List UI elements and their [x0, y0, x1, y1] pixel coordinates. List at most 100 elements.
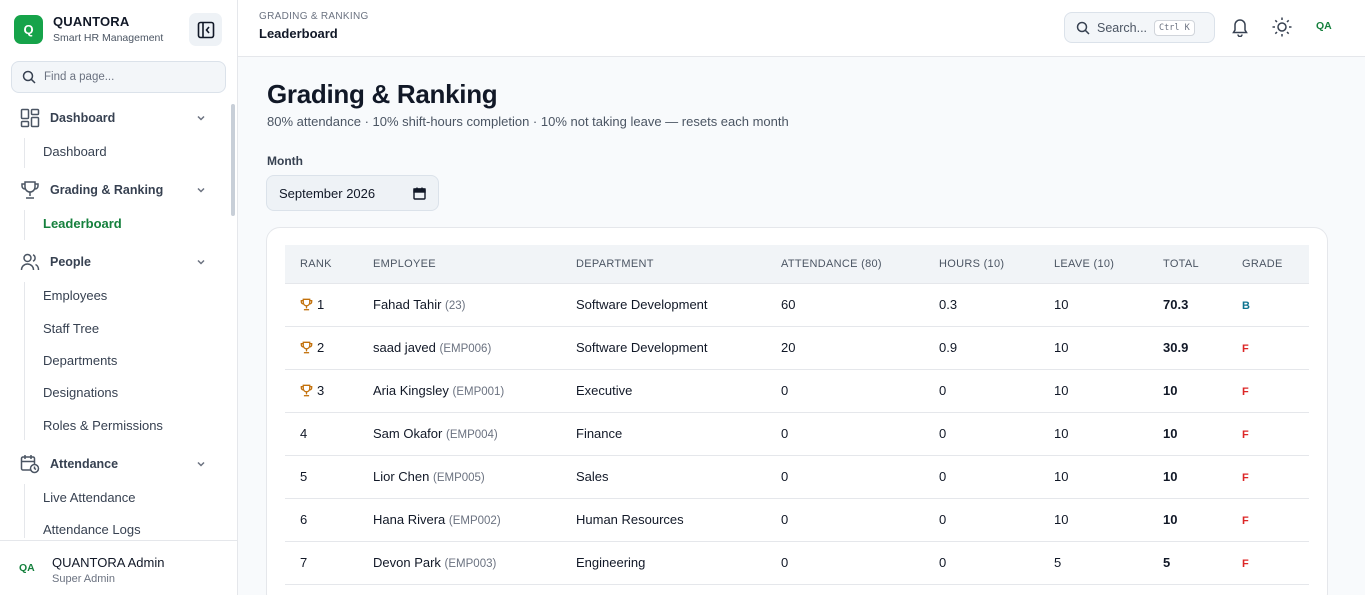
- brand[interactable]: Q QUANTORA Smart HR Management: [14, 14, 163, 44]
- employee-cell: Sam Okafor (EMP004): [358, 412, 561, 456]
- employee-name: Aria Kingsley: [373, 383, 449, 398]
- hours-cell: 0: [924, 412, 1039, 456]
- column-header-department[interactable]: DEPARTMENT: [561, 245, 766, 284]
- table-row[interactable]: 1 Fahad Tahir (23) Software Development 60 0…: [285, 283, 1309, 327]
- rank-value: 6: [300, 512, 308, 527]
- table-row[interactable]: 5 Lior Chen (EMP005) Sales 0 0 10 10 F: [285, 455, 1309, 499]
- attendance-cell: 60: [766, 283, 924, 327]
- rank-value: 3: [317, 383, 325, 398]
- attendance-cell: 0: [766, 369, 924, 413]
- sidebar-collapse-icon: [197, 21, 214, 38]
- rank-value: 4: [300, 426, 308, 441]
- grade-cell: B: [1227, 283, 1309, 327]
- rank-value: 1: [317, 297, 325, 312]
- chevron-down-icon: [197, 259, 205, 265]
- calendar-icon[interactable]: [413, 187, 426, 200]
- trophy-icon: [300, 341, 313, 354]
- search-placeholder: Search...: [1097, 20, 1148, 35]
- total-cell: 10: [1148, 369, 1227, 413]
- theme-toggle-button[interactable]: [1270, 15, 1294, 39]
- table-row[interactable]: 2 saad javed (EMP006) Software Development…: [285, 326, 1309, 370]
- trophy-icon: [300, 298, 313, 311]
- total-cell: 5: [1148, 541, 1227, 585]
- month-label: Month: [267, 154, 303, 168]
- column-header-total[interactable]: TOTAL: [1148, 245, 1227, 284]
- nav-group-attendance[interactable]: Attendance: [20, 454, 210, 474]
- column-header-attendance[interactable]: ATTENDANCE (80): [766, 245, 924, 284]
- leave-cell: 10: [1039, 498, 1148, 542]
- sidebar-scrollbar[interactable]: [231, 104, 235, 216]
- hours-cell: 0.3: [924, 283, 1039, 327]
- nav-divider: [24, 138, 25, 168]
- sidebar-item-departments[interactable]: Departments: [43, 353, 117, 368]
- sidebar-item-employees[interactable]: Employees: [43, 288, 107, 303]
- collapse-sidebar-button[interactable]: [189, 13, 222, 46]
- rank-value: 2: [317, 340, 325, 355]
- employee-name: Sam Okafor: [373, 426, 443, 441]
- table-row[interactable]: 6 Hana Rivera (EMP002) Human Resources 0 0 10…: [285, 498, 1309, 542]
- grade-badge: B: [1242, 300, 1250, 312]
- brand-name: QUANTORA: [53, 14, 130, 29]
- leave-cell: 5: [1039, 541, 1148, 585]
- leave-cell: 10: [1039, 283, 1148, 327]
- trophy-icon: [300, 384, 313, 397]
- page-title: Grading & Ranking: [267, 79, 498, 109]
- column-header-rank[interactable]: RANK: [285, 245, 358, 284]
- employee-name: saad javed: [373, 340, 436, 355]
- hours-cell: 0: [924, 455, 1039, 499]
- month-picker[interactable]: September 2026: [266, 175, 439, 211]
- global-search-input[interactable]: Search... Ctrl K: [1064, 12, 1215, 43]
- notifications-button[interactable]: [1228, 15, 1252, 39]
- table-row[interactable]: 7 Devon Park (EMP003) Engineering 0 0 5 5 F: [285, 541, 1309, 585]
- nav-group-dashboard[interactable]: Dashboard: [20, 108, 210, 128]
- table-row[interactable]: 3 Aria Kingsley (EMP001) Executive 0 0 10 10 F: [285, 369, 1309, 413]
- sidebar-item-roles-permissions[interactable]: Roles & Permissions: [43, 418, 163, 433]
- employee-cell: saad javed (EMP006): [358, 326, 561, 370]
- table-header-row: RANK EMPLOYEE DEPARTMENT ATTENDANCE (80)…: [285, 245, 1309, 284]
- employee-name: Fahad Tahir: [373, 297, 442, 312]
- sidebar-item-dashboard[interactable]: Dashboard: [43, 144, 107, 159]
- leave-cell: 10: [1039, 369, 1148, 413]
- main-content: Grading & Ranking 80% attendance · 10% s…: [238, 57, 1357, 595]
- column-header-employee[interactable]: EMPLOYEE: [358, 245, 561, 284]
- department-cell: Executive: [561, 369, 766, 413]
- user-name: QUANTORA Admin: [52, 555, 165, 570]
- rank-cell: 6: [285, 498, 358, 542]
- chevron-down-icon: [197, 461, 205, 467]
- find-page-input[interactable]: Find a page...: [11, 61, 226, 93]
- sidebar-item-attendance-logs[interactable]: Attendance Logs: [43, 522, 141, 537]
- sidebar-item-staff-tree[interactable]: Staff Tree: [43, 321, 99, 336]
- employee-cell: Aria Kingsley (EMP001): [358, 369, 561, 413]
- employee-code: (EMP002): [448, 515, 501, 527]
- leave-cell: 10: [1039, 412, 1148, 456]
- nav-divider: [24, 210, 25, 240]
- avatar[interactable]: QA: [1316, 20, 1332, 32]
- sidebar-item-live-attendance[interactable]: Live Attendance: [43, 490, 136, 505]
- department-cell: Sales: [561, 455, 766, 499]
- attendance-cell: 0: [766, 412, 924, 456]
- attendance-cell: 20: [766, 326, 924, 370]
- nav-group-label: People: [50, 255, 91, 269]
- grade-cell: F: [1227, 498, 1309, 542]
- rank-cell: 3: [285, 369, 358, 413]
- dashboard-icon: [20, 108, 40, 128]
- employee-name: Lior Chen: [373, 469, 430, 484]
- employee-cell: Lior Chen (EMP005): [358, 455, 561, 499]
- table-row[interactable]: 4 Sam Okafor (EMP004) Finance 0 0 10 10 F: [285, 412, 1309, 456]
- column-header-leave[interactable]: LEAVE (10): [1039, 245, 1148, 284]
- user-profile[interactable]: QA QUANTORA Admin Super Admin: [0, 540, 238, 595]
- nav-group-grading[interactable]: Grading & Ranking: [20, 180, 210, 200]
- header-title: Leaderboard: [259, 26, 338, 41]
- sidebar-item-designations[interactable]: Designations: [43, 385, 118, 400]
- sidebar-item-leaderboard[interactable]: Leaderboard: [43, 216, 122, 231]
- column-header-hours[interactable]: HOURS (10): [924, 245, 1039, 284]
- employee-code: (EMP001): [452, 386, 505, 398]
- employee-code: (EMP003): [444, 558, 497, 570]
- employee-name: Devon Park: [373, 555, 441, 570]
- column-header-grade[interactable]: GRADE: [1227, 245, 1309, 284]
- hours-cell: 0.9: [924, 326, 1039, 370]
- rank-cell: 4: [285, 412, 358, 456]
- nav-group-people[interactable]: People: [20, 252, 210, 272]
- department-cell: Software Development: [561, 283, 766, 327]
- rank-cell: 7: [285, 541, 358, 585]
